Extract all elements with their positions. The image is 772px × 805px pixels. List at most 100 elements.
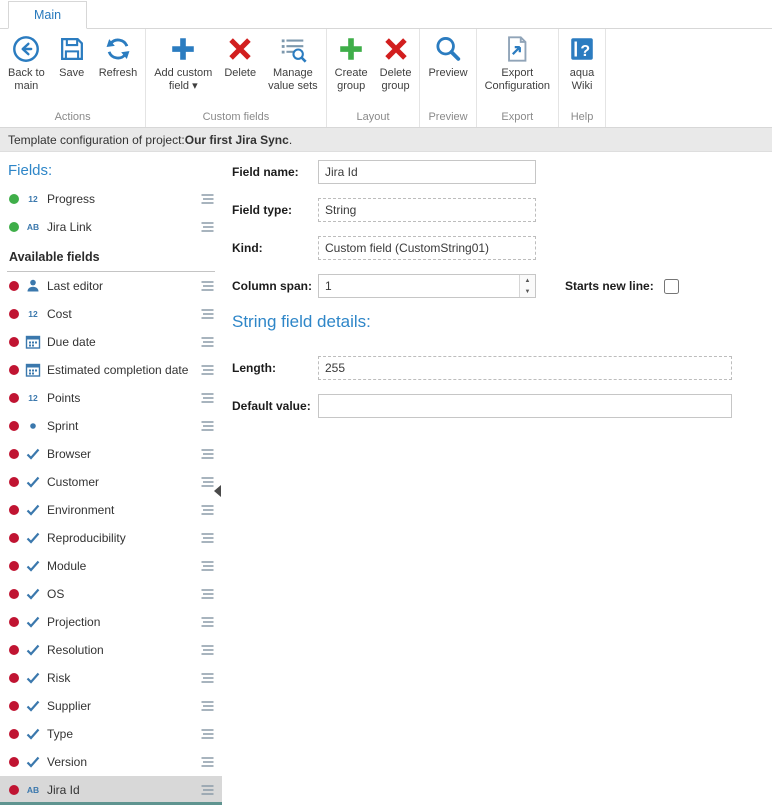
- preview-icon: [433, 34, 463, 64]
- field-list-item[interactable]: Risk: [0, 664, 222, 692]
- drag-handle-icon[interactable]: [200, 644, 215, 656]
- default-value-input[interactable]: [318, 394, 732, 418]
- field-list-item[interactable]: Projection: [0, 608, 222, 636]
- field-list-item[interactable]: Estimated completion date: [0, 356, 222, 384]
- column-span-input[interactable]: [318, 274, 536, 298]
- refresh-icon: [103, 34, 133, 64]
- length-input[interactable]: [318, 356, 732, 380]
- drag-handle-icon[interactable]: [200, 728, 215, 740]
- drag-handle-icon[interactable]: [200, 448, 215, 460]
- spin-up-button[interactable]: ▲: [520, 275, 535, 286]
- drag-handle-icon[interactable]: [200, 280, 215, 292]
- drag-handle-icon[interactable]: [200, 308, 215, 320]
- drag-handle-icon[interactable]: [200, 560, 215, 572]
- drag-handle-icon[interactable]: [200, 700, 215, 712]
- field-item-label: Due date: [47, 335, 194, 349]
- field-list-item[interactable]: ABJira Link: [0, 213, 222, 241]
- add-custom-field-button[interactable]: Add custom field ▾: [148, 29, 218, 95]
- ribbon-group-help: ?aqua WikiHelp: [559, 29, 606, 127]
- status-dot-red: [9, 477, 19, 487]
- drag-handle-icon[interactable]: [200, 221, 215, 233]
- field-editor-panel: Field name: Field type: Kind: Column spa…: [222, 152, 772, 805]
- check-field-type-icon: [25, 474, 41, 490]
- ribbon-group-layout: Create groupDelete groupLayout: [327, 29, 421, 127]
- drag-handle-icon[interactable]: [200, 532, 215, 544]
- column-span-label: Column span:: [232, 279, 318, 293]
- save-button[interactable]: Save: [51, 29, 93, 82]
- field-list-item[interactable]: 12Points: [0, 384, 222, 412]
- field-list-item[interactable]: Version: [0, 748, 222, 776]
- drag-handle-icon[interactable]: [200, 336, 215, 348]
- export-configuration-button[interactable]: Export Configuration: [479, 29, 556, 95]
- field-item-label: Resolution: [47, 643, 194, 657]
- field-list-item[interactable]: Supplier: [0, 692, 222, 720]
- drag-handle-icon[interactable]: [200, 672, 215, 684]
- check-field-type-icon: [25, 614, 41, 630]
- drag-handle-icon[interactable]: [200, 588, 215, 600]
- field-list-item[interactable]: 12Progress: [0, 185, 222, 213]
- ribbon-group-label: Preview: [422, 110, 473, 127]
- field-list-item[interactable]: Customer: [0, 468, 222, 496]
- field-name-input[interactable]: [318, 160, 536, 184]
- ribbon-group-label: Actions: [2, 110, 143, 127]
- back-to-main-button[interactable]: Back to main: [2, 29, 51, 95]
- manage-value-sets-button[interactable]: Manage value sets: [262, 29, 324, 95]
- create-group-icon: [336, 34, 366, 64]
- status-dot-red: [9, 589, 19, 599]
- field-item-label: Type: [47, 727, 194, 741]
- status-dot-red: [9, 281, 19, 291]
- field-list-item[interactable]: Type: [0, 720, 222, 748]
- field-list-item[interactable]: 12Cost: [0, 300, 222, 328]
- drag-handle-icon[interactable]: [200, 476, 215, 488]
- status-dot-red: [9, 561, 19, 571]
- ribbon-group-export: Export ConfigurationExport: [477, 29, 559, 127]
- field-list-item[interactable]: OS: [0, 580, 222, 608]
- preview-button[interactable]: Preview: [422, 29, 473, 82]
- field-list-item[interactable]: Module: [0, 552, 222, 580]
- field-item-label: Jira Id: [47, 783, 194, 797]
- field-list-item[interactable]: Browser: [0, 440, 222, 468]
- field-list-item[interactable]: Due date: [0, 328, 222, 356]
- drag-handle-icon[interactable]: [200, 193, 215, 205]
- drag-handle-icon[interactable]: [200, 784, 215, 796]
- field-item-label: Module: [47, 559, 194, 573]
- sidebar-collapse-handle[interactable]: [214, 485, 221, 497]
- field-item-label: Last editor: [47, 279, 194, 293]
- drag-handle-icon[interactable]: [200, 420, 215, 432]
- drag-handle-icon[interactable]: [200, 504, 215, 516]
- field-list-item[interactable]: Last editor: [0, 272, 222, 300]
- refresh-button[interactable]: Refresh: [93, 29, 144, 82]
- field-list-item[interactable]: Resolution: [0, 636, 222, 664]
- status-dot-red: [9, 757, 19, 767]
- save-icon: [57, 34, 87, 64]
- field-list-item[interactable]: Environment: [0, 496, 222, 524]
- delete-button[interactable]: Delete: [218, 29, 262, 82]
- drag-handle-icon[interactable]: [200, 392, 215, 404]
- tab-main[interactable]: Main: [8, 1, 87, 29]
- create-group-button[interactable]: Create group: [329, 29, 374, 95]
- field-name-label: Field name:: [232, 165, 318, 179]
- drag-handle-icon[interactable]: [200, 756, 215, 768]
- field-list-item[interactable]: Reproducibility: [0, 524, 222, 552]
- tab-bar: Main: [0, 0, 772, 29]
- add-icon: [168, 34, 198, 64]
- field-item-label: Version: [47, 755, 194, 769]
- drag-handle-icon[interactable]: [200, 364, 215, 376]
- field-list-item-selected[interactable]: ABJira Id: [0, 776, 222, 804]
- kind-input[interactable]: [318, 236, 536, 260]
- delete-group-button[interactable]: Delete group: [374, 29, 418, 95]
- status-dot-red: [9, 673, 19, 683]
- spin-down-button[interactable]: ▼: [520, 286, 535, 297]
- date-field-type-icon: [25, 362, 41, 378]
- field-type-input[interactable]: [318, 198, 536, 222]
- starts-new-line-checkbox[interactable]: [664, 279, 679, 294]
- date-field-type-icon: [25, 334, 41, 350]
- ribbon: Back to mainSaveRefresh Actions Add custom…: [0, 29, 772, 128]
- field-item-label: Estimated completion date: [47, 363, 194, 377]
- check-field-type-icon: [25, 726, 41, 742]
- field-list-item[interactable]: Sprint: [0, 412, 222, 440]
- status-dot-red: [9, 309, 19, 319]
- drag-handle-icon[interactable]: [200, 616, 215, 628]
- check-field-type-icon: [25, 698, 41, 714]
- aqua-wiki-button[interactable]: ?aqua Wiki: [561, 29, 603, 95]
